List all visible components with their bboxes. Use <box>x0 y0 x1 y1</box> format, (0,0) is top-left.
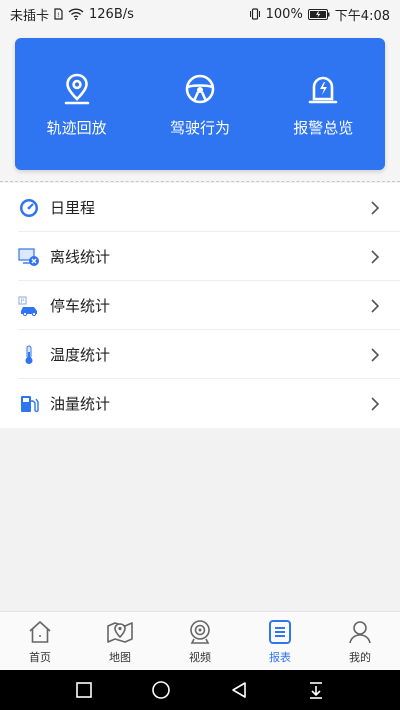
tab-label: 地图 <box>109 650 131 664</box>
quick-actions-card: 轨迹回放 驾驶行为 报警总览 <box>15 38 385 170</box>
mileage-gauge-icon <box>18 197 40 219</box>
alarm-light-icon <box>305 71 341 107</box>
triangle-back-icon <box>231 682 246 698</box>
tab-map[interactable]: 地图 <box>80 612 160 670</box>
thermometer-icon <box>18 344 40 366</box>
report-list: 日里程 离线统计 P 停车统计 温度统计 油量统计 <box>0 183 400 428</box>
profile-icon <box>346 618 374 646</box>
tab-home[interactable]: 首页 <box>0 612 80 670</box>
status-left: 未插卡 ! 126B/s <box>10 5 134 24</box>
network-speed: 126B/s <box>89 6 134 22</box>
sim-icon: ! <box>54 8 63 20</box>
alarm-overview-label: 报警总览 <box>293 118 354 137</box>
track-playback-label: 轨迹回放 <box>46 118 107 137</box>
clock-time: 下午4:08 <box>334 8 390 24</box>
list-item-offline-stats[interactable]: 离线统计 <box>0 232 400 281</box>
bottom-tab-bar: 首页 地图 视频 报表 我的 <box>0 611 400 670</box>
recents-button[interactable] <box>69 675 99 705</box>
list-item-fuel-stats[interactable]: 油量统计 <box>0 379 400 428</box>
chevron-right-icon <box>368 396 382 411</box>
tab-label: 报表 <box>269 650 291 664</box>
list-item-daily-mileage[interactable]: 日里程 <box>0 183 400 232</box>
chevron-right-icon <box>368 200 382 215</box>
square-icon <box>75 682 92 698</box>
status-bar: 未插卡 ! 126B/s 100% 下午4:08 <box>0 0 400 28</box>
list-item-label: 温度统计 <box>50 346 111 364</box>
driving-behavior-label: 驾驶行为 <box>169 118 230 137</box>
battery-percent: 100% <box>265 6 303 22</box>
chevron-right-icon <box>368 249 382 264</box>
svg-text:!: ! <box>57 12 59 19</box>
tab-label: 视频 <box>189 650 211 664</box>
home-nav-button[interactable] <box>146 675 176 705</box>
map-icon <box>106 618 134 646</box>
parking-car-icon: P <box>18 295 40 317</box>
circle-icon <box>152 681 171 699</box>
quick-actions-area: 轨迹回放 驾驶行为 报警总览 <box>0 28 400 182</box>
back-button[interactable] <box>224 675 254 705</box>
notification-pulldown-button[interactable] <box>301 675 331 705</box>
alarm-overview-button[interactable]: 报警总览 <box>268 54 378 154</box>
list-item-label: 离线统计 <box>50 248 111 266</box>
steering-wheel-icon <box>182 71 218 107</box>
pulldown-icon <box>310 682 323 699</box>
fuel-pump-icon <box>18 393 40 415</box>
tab-video[interactable]: 视频 <box>160 612 240 670</box>
battery-icon <box>307 8 330 20</box>
tab-label: 首页 <box>29 650 51 664</box>
system-nav-bar <box>0 670 400 710</box>
carrier-text: 未插卡 <box>10 8 50 24</box>
tab-profile[interactable]: 我的 <box>320 612 400 670</box>
report-icon <box>266 618 294 646</box>
track-playback-button[interactable]: 轨迹回放 <box>22 54 132 154</box>
list-item-label: 日里程 <box>50 199 96 217</box>
chevron-right-icon <box>368 298 382 313</box>
camera-icon <box>186 618 214 646</box>
list-item-parking-stats[interactable]: P 停车统计 <box>0 281 400 330</box>
status-right: 100% 下午4:08 <box>249 5 390 24</box>
location-pin-icon <box>59 71 95 107</box>
vibrate-icon <box>249 8 261 20</box>
tab-label: 我的 <box>349 650 371 664</box>
svg-text:P: P <box>21 298 25 305</box>
tab-report[interactable]: 报表 <box>240 612 320 670</box>
list-item-label: 停车统计 <box>50 297 111 315</box>
wifi-icon <box>68 8 84 20</box>
home-icon <box>26 618 54 646</box>
driving-behavior-button[interactable]: 驾驶行为 <box>145 54 255 154</box>
chevron-right-icon <box>368 347 382 362</box>
list-item-label: 油量统计 <box>50 395 111 413</box>
list-item-temperature-stats[interactable]: 温度统计 <box>0 330 400 379</box>
offline-monitor-icon <box>18 246 40 268</box>
